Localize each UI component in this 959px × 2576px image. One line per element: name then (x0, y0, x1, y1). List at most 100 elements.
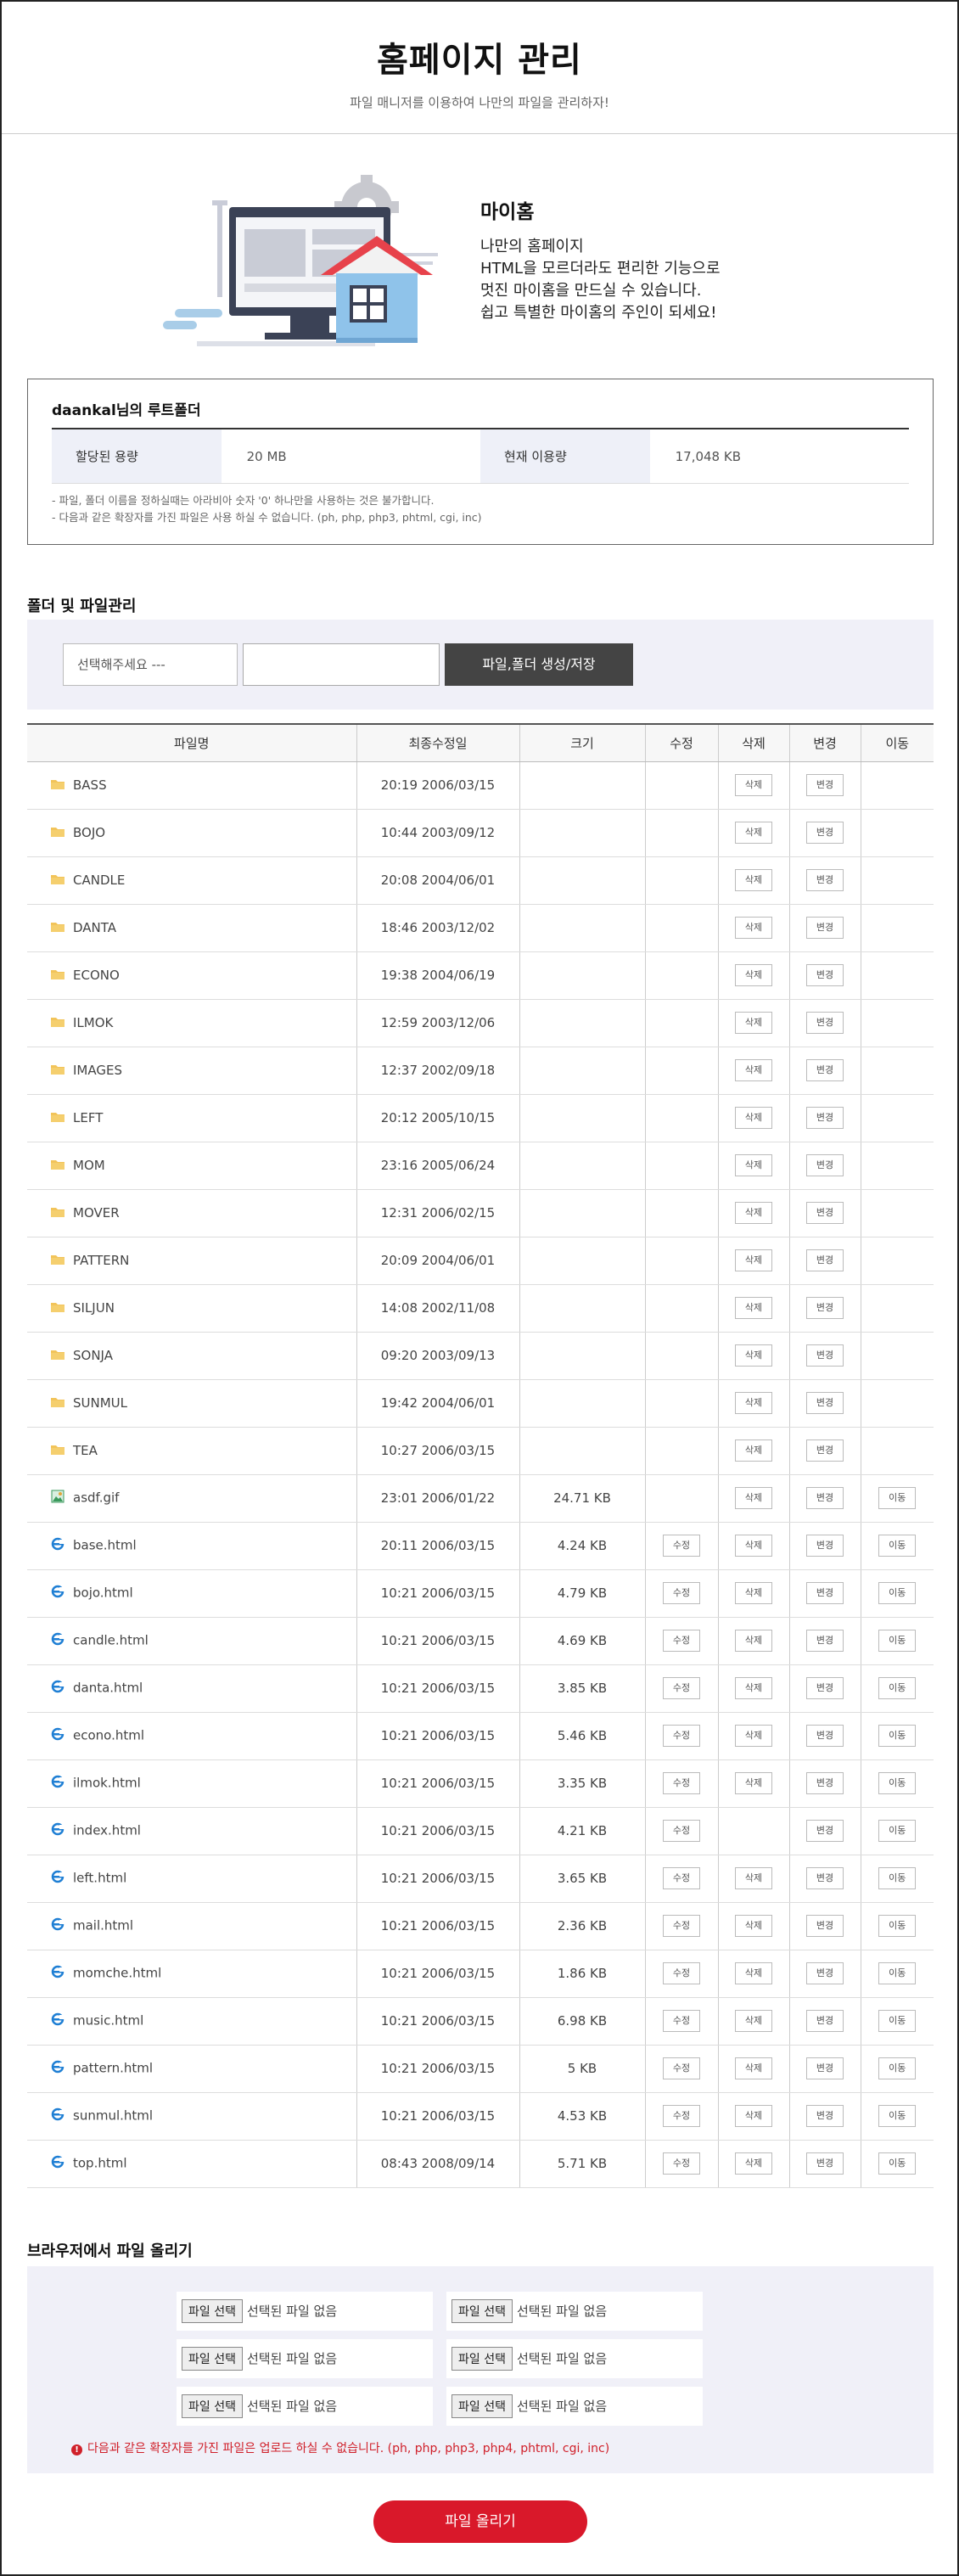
choose-file-button[interactable]: 파일 선택 (451, 2394, 513, 2418)
file-name[interactable]: DANTA (73, 920, 116, 935)
move-button[interactable]: 이동 (878, 1772, 917, 1794)
file-name[interactable]: PATTERN (73, 1253, 129, 1268)
rename-button[interactable]: 변경 (806, 1107, 844, 1129)
delete-button[interactable]: 삭제 (735, 1772, 772, 1794)
rename-button[interactable]: 변경 (806, 1059, 844, 1081)
rename-button[interactable]: 변경 (806, 1962, 844, 1984)
type-select[interactable]: 선택해주세요 --- (63, 643, 238, 686)
file-name-cell[interactable]: momche.html (27, 1950, 357, 1998)
file-name[interactable]: IMAGES (73, 1063, 122, 1078)
rename-button[interactable]: 변경 (806, 1344, 844, 1367)
edit-button[interactable]: 수정 (663, 1630, 700, 1652)
file-name[interactable]: candle.html (73, 1633, 149, 1648)
delete-button[interactable]: 삭제 (735, 964, 772, 986)
edit-button[interactable]: 수정 (663, 1820, 700, 1842)
file-name-cell[interactable]: DANTA (27, 904, 357, 952)
delete-button[interactable]: 삭제 (735, 1962, 772, 1984)
rename-button[interactable]: 변경 (806, 1725, 844, 1747)
file-name-cell[interactable]: ECONO (27, 951, 357, 1000)
file-name[interactable]: left.html (73, 1871, 126, 1886)
delete-button[interactable]: 삭제 (735, 1297, 772, 1319)
rename-button[interactable]: 변경 (806, 2105, 844, 2127)
edit-button[interactable]: 수정 (663, 2010, 700, 2032)
file-name-cell[interactable]: PATTERN (27, 1237, 357, 1285)
file-name[interactable]: MOVER (73, 1205, 120, 1221)
rename-button[interactable]: 변경 (806, 1297, 844, 1319)
move-button[interactable]: 이동 (878, 1582, 917, 1604)
rename-button[interactable]: 변경 (806, 2010, 844, 2032)
rename-button[interactable]: 변경 (806, 1772, 844, 1794)
edit-button[interactable]: 수정 (663, 2152, 700, 2175)
delete-button[interactable]: 삭제 (735, 1392, 772, 1414)
file-name-cell[interactable]: TEA (27, 1427, 357, 1475)
edit-button[interactable]: 수정 (663, 2057, 700, 2079)
file-name[interactable]: ilmok.html (73, 1776, 141, 1791)
rename-button[interactable]: 변경 (806, 1535, 844, 1557)
file-name[interactable]: pattern.html (73, 2061, 153, 2076)
rename-button[interactable]: 변경 (806, 774, 844, 796)
file-name[interactable]: TEA (73, 1443, 98, 1458)
choose-file-button[interactable]: 파일 선택 (451, 2299, 513, 2323)
file-name-cell[interactable]: index.html (27, 1807, 357, 1855)
move-button[interactable]: 이동 (878, 1677, 917, 1699)
file-name[interactable]: asdf.gif (73, 1490, 119, 1506)
edit-button[interactable]: 수정 (663, 1962, 700, 1984)
file-name[interactable]: CANDLE (73, 873, 125, 888)
choose-file-button[interactable]: 파일 선택 (182, 2299, 243, 2323)
delete-button[interactable]: 삭제 (735, 822, 772, 844)
file-name[interactable]: BASS (73, 777, 107, 793)
file-name[interactable]: SUNMUL (73, 1395, 127, 1411)
file-name-cell[interactable]: asdf.gif (27, 1474, 357, 1523)
edit-button[interactable]: 수정 (663, 1867, 700, 1889)
file-name[interactable]: music.html (73, 2013, 143, 2029)
move-button[interactable]: 이동 (878, 2010, 917, 2032)
delete-button[interactable]: 삭제 (735, 1535, 772, 1557)
rename-button[interactable]: 변경 (806, 1867, 844, 1889)
file-name[interactable]: index.html (73, 1823, 141, 1838)
move-button[interactable]: 이동 (878, 1962, 917, 1984)
file-name-cell[interactable]: SUNMUL (27, 1379, 357, 1428)
rename-button[interactable]: 변경 (806, 2057, 844, 2079)
delete-button[interactable]: 삭제 (735, 1677, 772, 1699)
delete-button[interactable]: 삭제 (735, 1059, 772, 1081)
file-name[interactable]: econo.html (73, 1728, 144, 1743)
edit-button[interactable]: 수정 (663, 1915, 700, 1937)
delete-button[interactable]: 삭제 (735, 1582, 772, 1604)
rename-button[interactable]: 변경 (806, 869, 844, 891)
file-name[interactable]: momche.html (73, 1966, 161, 1981)
file-name-cell[interactable]: music.html (27, 1997, 357, 2046)
file-name-cell[interactable]: ilmok.html (27, 1759, 357, 1808)
delete-button[interactable]: 삭제 (735, 1725, 772, 1747)
rename-button[interactable]: 변경 (806, 1820, 844, 1842)
rename-button[interactable]: 변경 (806, 1915, 844, 1937)
choose-file-button[interactable]: 파일 선택 (182, 2347, 243, 2371)
delete-button[interactable]: 삭제 (735, 1440, 772, 1462)
rename-button[interactable]: 변경 (806, 1677, 844, 1699)
upload-submit-button[interactable]: 파일 올리기 (373, 2500, 587, 2543)
move-button[interactable]: 이동 (878, 2152, 917, 2175)
move-button[interactable]: 이동 (878, 1535, 917, 1557)
delete-button[interactable]: 삭제 (735, 1107, 772, 1129)
file-name[interactable]: mail.html (73, 1918, 133, 1933)
file-name-cell[interactable]: SONJA (27, 1332, 357, 1380)
move-button[interactable]: 이동 (878, 1630, 917, 1652)
edit-button[interactable]: 수정 (663, 1582, 700, 1604)
delete-button[interactable]: 삭제 (735, 2152, 772, 2175)
edit-button[interactable]: 수정 (663, 2105, 700, 2127)
file-name[interactable]: top.html (73, 2156, 127, 2171)
file-name[interactable]: MOM (73, 1158, 105, 1173)
file-name[interactable]: SILJUN (73, 1300, 115, 1316)
rename-button[interactable]: 변경 (806, 1582, 844, 1604)
edit-button[interactable]: 수정 (663, 1725, 700, 1747)
rename-button[interactable]: 변경 (806, 1440, 844, 1462)
delete-button[interactable]: 삭제 (735, 1867, 772, 1889)
file-name-cell[interactable]: mail.html (27, 1902, 357, 1950)
edit-button[interactable]: 수정 (663, 1772, 700, 1794)
file-name-cell[interactable]: econo.html (27, 1712, 357, 1760)
delete-button[interactable]: 삭제 (735, 1344, 772, 1367)
rename-button[interactable]: 변경 (806, 822, 844, 844)
rename-button[interactable]: 변경 (806, 1202, 844, 1224)
file-name-cell[interactable]: base.html (27, 1522, 357, 1570)
move-button[interactable]: 이동 (878, 1487, 917, 1509)
move-button[interactable]: 이동 (878, 1915, 917, 1937)
